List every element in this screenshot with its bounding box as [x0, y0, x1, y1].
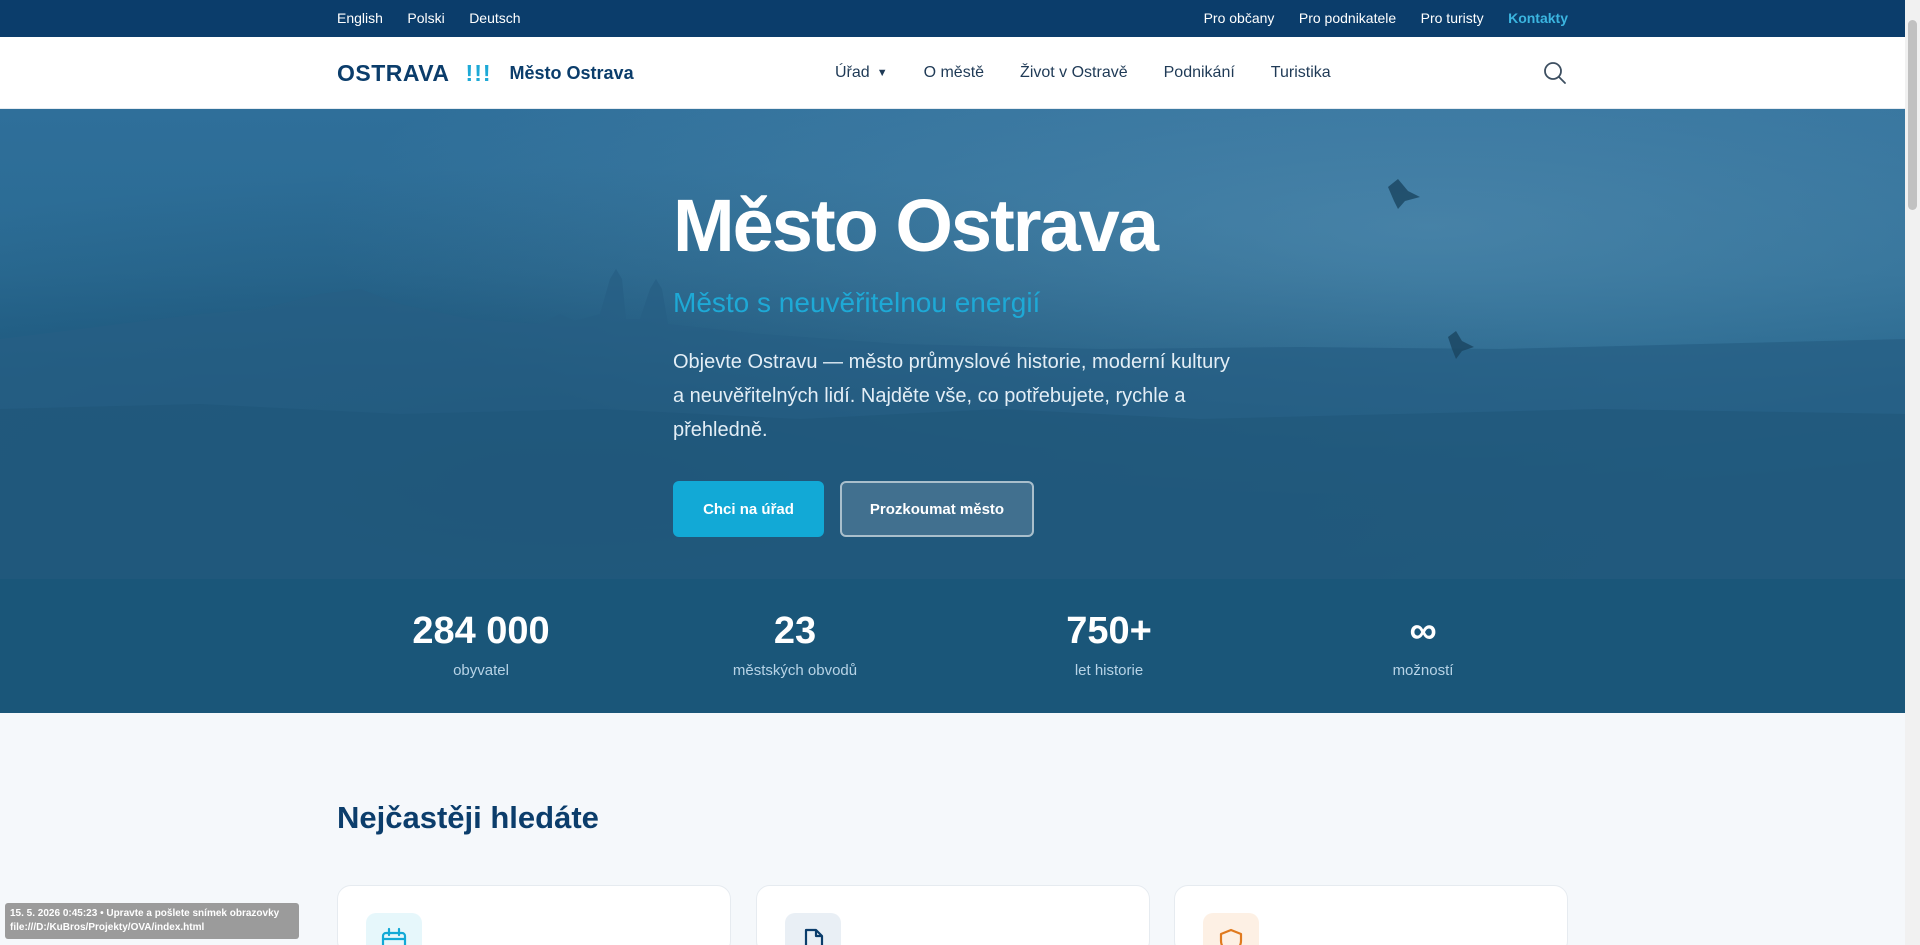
stat-value: 23 — [773, 610, 817, 652]
quick-link-card[interactable] — [756, 885, 1150, 945]
stat-item: 750+ let historie — [989, 612, 1229, 679]
audience-tourists-link[interactable]: Pro turisty — [1421, 10, 1484, 26]
toast-line-1: 15. 5. 2026 0:45:23 • Upravte a pošlete … — [10, 908, 280, 919]
nav-item-o-meste[interactable]: O městě — [924, 64, 984, 82]
nav-item-label: Úřad — [835, 64, 870, 81]
stat-label: možností — [1392, 662, 1454, 679]
logo-wordmark: OSTRAVA — [337, 59, 450, 86]
nav-item-zivot[interactable]: Život v Ostravě — [1020, 64, 1128, 82]
calendar-icon — [366, 913, 422, 945]
section-title: Nejčastěji hledáte — [337, 800, 599, 835]
logo-mark: !!! — [465, 59, 492, 86]
document-icon — [785, 913, 841, 945]
prozkoumat-mesto-button[interactable]: Prozkoumat město — [840, 481, 1034, 537]
top-utility-bar: English Polski Deutsch Pro občany Pro po… — [0, 0, 1905, 37]
nav-item-label: Turistika — [1270, 64, 1331, 81]
nav-item-label: O městě — [923, 64, 985, 81]
quick-link-card[interactable] — [1174, 885, 1568, 945]
stat-item: 284 000 obyvatel — [361, 612, 601, 679]
stat-item: 23 městských obvodů — [675, 612, 915, 679]
hero-actions: Chci na úřad Prozkoumat město — [673, 481, 1273, 537]
stat-label: obyvatel — [453, 662, 509, 679]
hero-content: Město Ostrava Město s neuvěřitelnou ener… — [673, 189, 1273, 537]
nav-item-label: Podnikání — [1163, 64, 1235, 81]
stat-value: 284 000 — [412, 610, 550, 652]
chevron-down-icon: ▼ — [876, 67, 888, 79]
site-header: OSTRAVA !!! Město Ostrava Úřad ▼ O městě… — [0, 37, 1905, 109]
lang-deutsch[interactable]: Deutsch — [469, 10, 520, 26]
lang-polski[interactable]: Polski — [407, 10, 444, 26]
site-logo[interactable]: OSTRAVA !!! Město Ostrava — [337, 60, 634, 87]
stats-bar: 284 000 obyvatel 23 městských obvodů 750… — [0, 579, 1905, 713]
scrollbar-thumb[interactable] — [1908, 20, 1917, 210]
page-scrollbar[interactable] — [1905, 0, 1920, 945]
hero-title: Město Ostrava — [673, 184, 1159, 267]
stat-value: ∞ — [1409, 610, 1437, 652]
stat-value: 750+ — [1066, 610, 1152, 652]
nav-item-label: Život v Ostravě — [1020, 64, 1128, 81]
contacts-link[interactable]: Kontakty — [1508, 10, 1568, 26]
audience-citizens-link[interactable]: Pro občany — [1204, 10, 1275, 26]
nav-item-podnikani[interactable]: Podnikání — [1164, 64, 1235, 82]
hero-subtitle: Město s neuvěřitelnou energií — [673, 287, 1041, 318]
nav-item-turistika[interactable]: Turistika — [1271, 64, 1331, 82]
stat-item: ∞ možností — [1303, 612, 1543, 679]
audience-business-link[interactable]: Pro podnikatele — [1299, 10, 1396, 26]
hero-lead: Objevte Ostravu — město průmyslové histo… — [673, 351, 1230, 441]
stat-label: let historie — [1074, 662, 1144, 679]
lang-english[interactable]: English — [337, 10, 383, 26]
audience-links: Pro občany Pro podnikatele Pro turisty K… — [1184, 10, 1568, 28]
nav-item-urad[interactable]: Úřad ▼ — [835, 64, 888, 82]
language-switcher: English Polski Deutsch — [337, 10, 541, 28]
hero-section: Město Ostrava Město s neuvěřitelnou ener… — [0, 109, 1905, 579]
stat-label: městských obvodů — [732, 662, 858, 679]
search-icon[interactable] — [1542, 60, 1568, 86]
chci-na-urad-button[interactable]: Chci na úřad — [673, 481, 824, 537]
main-navigation: Úřad ▼ O městě Život v Ostravě Podnikání… — [835, 37, 1367, 109]
shield-icon — [1203, 913, 1259, 945]
quick-link-card[interactable] — [337, 885, 731, 945]
screenshot-toast[interactable]: 15. 5. 2026 0:45:23 • Upravte a pošlete … — [5, 903, 299, 939]
logo-city-name: Město Ostrava — [509, 62, 634, 83]
toast-line-2: file:///D:/KuBros/Projekty/OVA/index.htm… — [10, 922, 205, 933]
